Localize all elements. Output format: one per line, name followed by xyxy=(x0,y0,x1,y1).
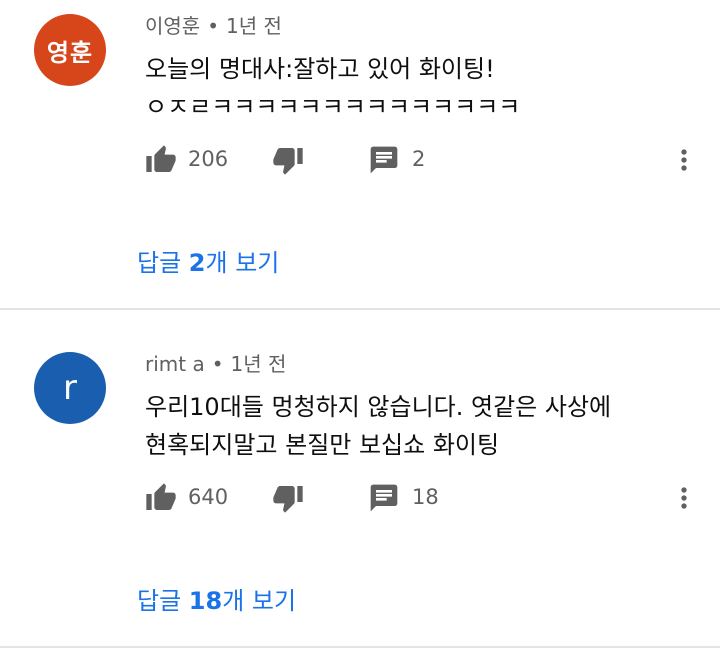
more-vertical-icon[interactable] xyxy=(668,482,700,514)
comment-text-line: 우리10대들 멍청하지 않습니다. 엿같은 사상에 xyxy=(145,393,612,421)
thumbs-up-icon[interactable] xyxy=(145,482,177,514)
comment-meta: rimt a • 1년 전 xyxy=(145,348,286,377)
view-replies-suffix: 개 보기 xyxy=(222,587,297,615)
thumbs-down-icon[interactable] xyxy=(272,482,304,514)
view-replies-link[interactable]: 답글 18개 보기 xyxy=(137,581,296,616)
comment-text: 우리10대들 멍청하지 않습니다. 엿같은 사상에 현혹되지말고 본질만 보십쇼… xyxy=(145,388,611,464)
comment-divider xyxy=(0,646,720,648)
view-replies-count: 18 xyxy=(188,587,223,615)
avatar[interactable]: r xyxy=(34,352,106,424)
view-replies-prefix: 답글 xyxy=(137,587,189,615)
comment-thread: r rimt a • 1년 전 우리10대들 멍청하지 않습니다. 엿같은 사상에 … xyxy=(0,0,720,654)
meta-separator: • xyxy=(211,352,224,376)
comment-time: 1년 전 xyxy=(230,352,287,376)
comment-text-line: 현혹되지말고 본질만 보십쇼 화이팅 xyxy=(145,431,500,459)
comment-icon[interactable] xyxy=(368,482,400,514)
like-count: 640 xyxy=(188,485,229,509)
author-name[interactable]: rimt a xyxy=(145,352,205,376)
comment-actions: 640 18 xyxy=(0,480,720,520)
reply-count: 18 xyxy=(412,485,439,509)
